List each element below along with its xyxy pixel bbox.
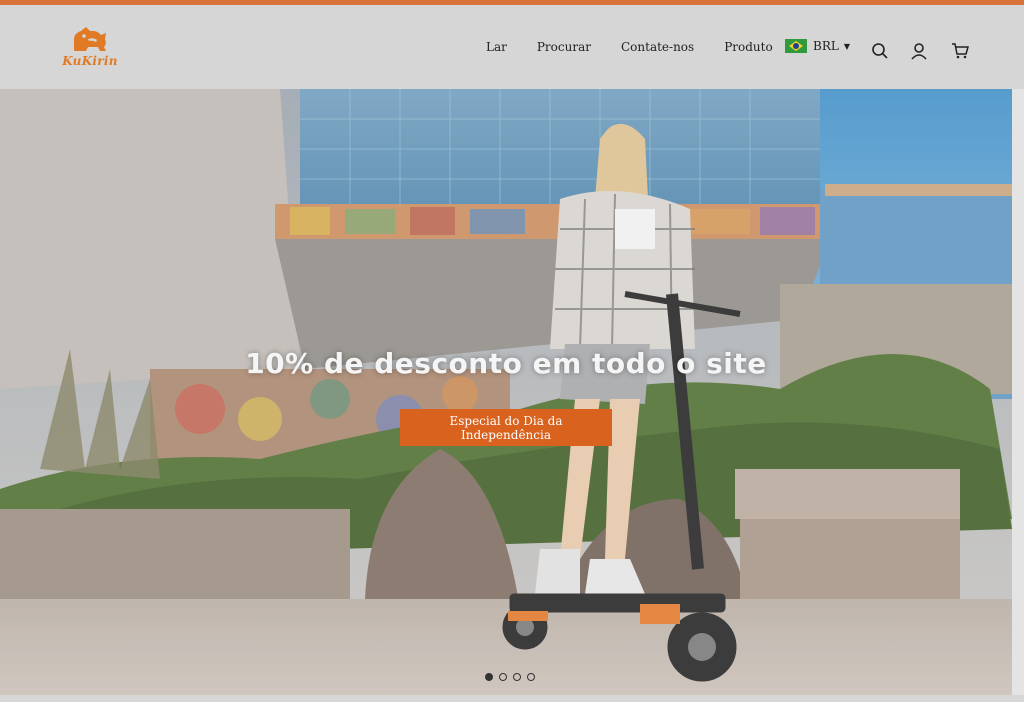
slider-dots	[485, 673, 535, 681]
slider-dot[interactable]	[513, 673, 521, 681]
brazil-flag-icon	[785, 39, 807, 53]
brand-logo-text: KuKirin	[62, 54, 118, 68]
search-icon[interactable]	[871, 42, 889, 60]
nav-item-search[interactable]: Procurar	[537, 40, 591, 54]
page-scrollbar[interactable]	[1012, 89, 1024, 695]
site-header: KuKirin Lar Procurar Contate-nos Produto…	[0, 5, 1024, 89]
hero-background-image	[0, 89, 1012, 695]
slider-dot[interactable]	[499, 673, 507, 681]
currency-selector[interactable]: BRL ▼	[785, 39, 850, 53]
hero-cta-button[interactable]: Especial do Dia da Independência	[400, 409, 612, 446]
nav-item-home[interactable]: Lar	[486, 40, 507, 54]
cart-icon[interactable]	[951, 42, 969, 60]
chevron-down-icon: ▼	[843, 41, 850, 51]
nav-item-contact[interactable]: Contate-nos	[621, 40, 694, 54]
lion-logo-icon	[74, 27, 106, 51]
slider-dot[interactable]	[527, 673, 535, 681]
slider-dot[interactable]	[485, 673, 493, 681]
hero-headline: 10% de desconto em todo o site	[245, 347, 767, 380]
account-icon[interactable]	[910, 42, 928, 60]
page-bottom-band	[0, 695, 1024, 702]
main-nav: Lar Procurar Contate-nos Produto	[486, 5, 803, 89]
currency-code: BRL	[813, 39, 839, 53]
hero-banner: 10% de desconto em todo o site Especial …	[0, 89, 1012, 695]
brand-logo[interactable]: KuKirin	[60, 25, 120, 73]
nav-item-product[interactable]: Produto	[724, 40, 773, 54]
